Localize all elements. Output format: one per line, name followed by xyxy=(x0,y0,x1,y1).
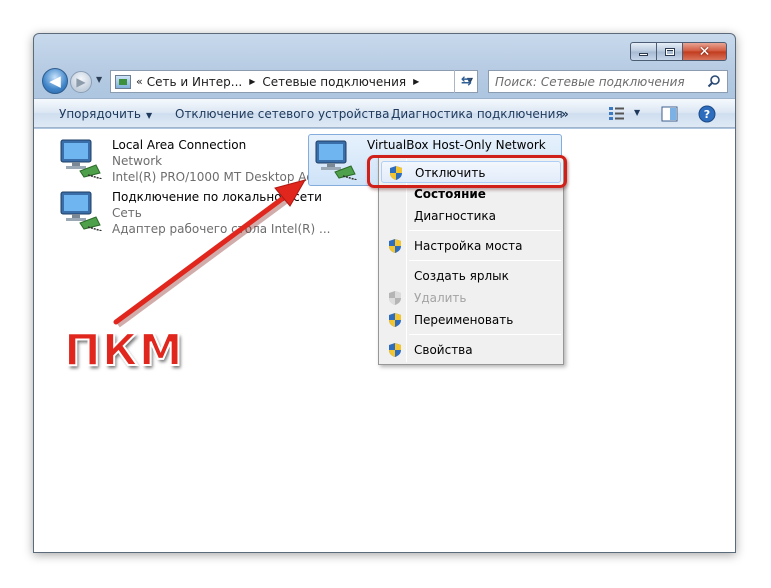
close-icon: ✕ xyxy=(698,43,711,60)
organize-label: Упорядочить xyxy=(59,107,141,121)
recent-pages-dropdown-icon[interactable]: ▼ xyxy=(96,75,102,84)
menu-separator xyxy=(409,334,561,335)
chevron-down-icon: ▼ xyxy=(145,111,153,120)
minimize-button[interactable] xyxy=(630,42,657,61)
forward-arrow-icon: ▶ xyxy=(76,75,86,89)
network-adapter-icon xyxy=(60,191,102,231)
change-view-icon[interactable] xyxy=(608,106,626,122)
connection-network: Сеть xyxy=(112,206,142,220)
menu-item-label: Диагностика xyxy=(414,209,497,223)
network-adapter-icon xyxy=(60,139,102,179)
maximize-icon xyxy=(664,47,675,56)
command-bar: Упорядочить ▼ Отключение сетевого устройс… xyxy=(34,98,735,128)
organize-button[interactable]: Упорядочить ▼ xyxy=(59,107,152,121)
uac-shield-icon xyxy=(389,313,401,327)
menu-item-label: Создать ярлык xyxy=(414,269,509,283)
refresh-icon: ⇆ xyxy=(461,74,472,89)
annotation-label: ПКМ xyxy=(63,324,184,377)
menu-item-label: Переименовать xyxy=(414,313,514,327)
preview-pane-icon[interactable] xyxy=(661,106,678,122)
menu-item-rename[interactable]: Переименовать xyxy=(381,309,561,331)
menu-item-diagnostics[interactable]: Диагностика xyxy=(381,205,561,227)
menu-item-bridge[interactable]: Настройка моста xyxy=(381,235,561,257)
menu-item-label: Состояние xyxy=(414,187,486,201)
network-adapter-icon xyxy=(315,140,357,180)
breadcrumb-arrow-icon[interactable]: ▶ xyxy=(413,77,419,86)
address-overflow-chevron[interactable]: « xyxy=(136,75,143,88)
connection-adapter: Intel(R) PRO/1000 MT Desktop Ad... xyxy=(112,170,326,184)
menu-item-delete: Удалить xyxy=(381,287,561,309)
forward-button[interactable]: ▶ xyxy=(70,71,92,93)
back-button[interactable]: ◀ xyxy=(42,68,68,94)
uac-shield-icon xyxy=(389,239,401,253)
uac-shield-icon xyxy=(389,291,401,305)
menu-separator xyxy=(409,230,561,231)
svg-text:?: ? xyxy=(704,108,710,121)
menu-item-create-shortcut[interactable]: Создать ярлык xyxy=(381,265,561,287)
minimize-icon xyxy=(639,53,648,56)
connection-adapter: Адаптер рабочего стола Intel(R) ... xyxy=(112,222,331,236)
more-commands-button[interactable]: » xyxy=(561,107,569,121)
maximize-button[interactable] xyxy=(657,42,683,61)
caption-buttons: ✕ xyxy=(630,42,727,61)
connection-name: VirtualBox Host-Only Network xyxy=(367,138,546,152)
back-arrow-icon: ◀ xyxy=(49,72,61,90)
address-bar[interactable]: « Сеть и Интер... ▶ Сетевые подключения … xyxy=(110,70,478,93)
control-panel-icon xyxy=(115,74,131,89)
menu-separator xyxy=(409,260,561,261)
menu-item-label: Удалить xyxy=(414,291,467,305)
connection-name: Подключение по локальной сети xyxy=(112,190,322,204)
uac-shield-icon xyxy=(389,343,401,357)
disable-device-button[interactable]: Отключение сетевого устройства xyxy=(175,107,389,121)
breadcrumb-network-connections[interactable]: Сетевые подключения xyxy=(262,75,406,89)
refresh-button[interactable]: ⇆ xyxy=(454,70,478,93)
help-icon[interactable]: ? xyxy=(698,105,716,123)
menu-item-properties[interactable]: Свойства xyxy=(381,339,561,361)
search-input[interactable] xyxy=(495,74,700,89)
search-icon[interactable] xyxy=(707,74,721,88)
navigation-bar: ◀ ▶ ▼ « Сеть и Интер... ▶ Сетевые подклю… xyxy=(34,66,735,96)
breadcrumb-network[interactable]: Сеть и Интер... xyxy=(147,75,243,89)
diagnose-connection-button[interactable]: Диагностика подключения xyxy=(391,107,563,121)
view-options-dropdown-icon[interactable]: ▼ xyxy=(634,108,640,117)
annotation-highlight-box xyxy=(367,155,567,188)
menu-item-label: Настройка моста xyxy=(414,239,523,253)
connection-network: Network xyxy=(112,154,163,168)
search-box[interactable] xyxy=(488,70,728,93)
connection-name: Local Area Connection xyxy=(112,138,247,152)
menu-item-label: Свойства xyxy=(414,343,473,357)
breadcrumb-arrow-icon[interactable]: ▶ xyxy=(249,77,255,86)
close-button[interactable]: ✕ xyxy=(683,42,727,61)
